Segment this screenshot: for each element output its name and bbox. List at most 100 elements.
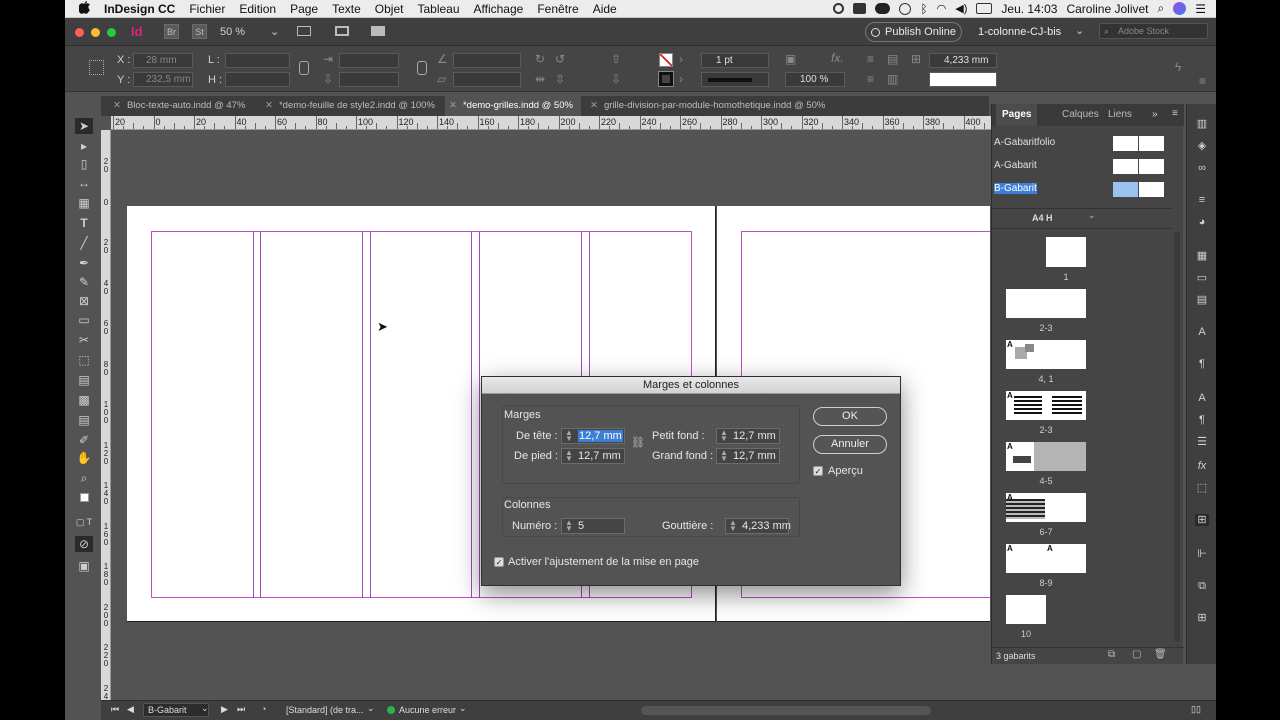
scissors-tool-icon[interactable]: ✂ <box>75 332 93 348</box>
direct-selection-tool-icon[interactable]: ▸ <box>75 138 93 154</box>
minimize-window-button[interactable] <box>91 28 100 37</box>
first-page-icon[interactable]: ⏮ <box>111 704 119 715</box>
zoom-level[interactable]: 50 % <box>220 26 245 38</box>
next-page-icon[interactable]: ▶ <box>221 704 228 715</box>
rectangle-tool-icon[interactable]: ▭ <box>75 312 93 328</box>
menu-page[interactable]: Page <box>283 2 325 16</box>
layers-panel-icon[interactable]: ◈ <box>1195 140 1209 152</box>
wrap-icon[interactable]: ▤ <box>887 52 898 66</box>
link-margins-icon[interactable]: ⛓ <box>631 436 645 449</box>
line-tool-icon[interactable]: ╱ <box>75 235 93 251</box>
stepper-icon[interactable]: ▲ ▼ <box>720 429 728 443</box>
annuler-button[interactable]: Annuler <box>813 435 887 454</box>
page-thumb-1[interactable] <box>1046 237 1086 267</box>
wrap-around-icon[interactable]: ▥ <box>887 72 898 86</box>
tab-grille-division[interactable]: ✕ grille-division-par-module-homothetique… <box>586 96 846 116</box>
master-a-gabaritfolio[interactable]: A-Gabaritfolio <box>993 132 1173 154</box>
close-window-button[interactable] <box>75 28 84 37</box>
stroke-arrow-icon[interactable]: › <box>679 72 683 86</box>
gradient-panel-icon[interactable]: ▭ <box>1195 272 1209 284</box>
effects-icon[interactable]: fx. <box>831 51 844 65</box>
stroke-type-dropdown[interactable] <box>701 72 769 87</box>
master-b-gabarit[interactable]: B-Gabarit <box>993 178 1173 200</box>
menu-objet[interactable]: Objet <box>368 2 411 16</box>
stepper-icon[interactable]: ▲ ▼ <box>729 519 737 533</box>
close-tab-icon[interactable]: ✕ <box>113 100 121 111</box>
type-tool-icon[interactable]: T <box>75 215 93 231</box>
de-pied-field[interactable]: ▲ ▼ 12,7 mm <box>561 448 625 464</box>
stock-button[interactable]: St <box>192 24 207 39</box>
y-field[interactable]: 232,5 mm <box>133 72 193 87</box>
table-panel-icon[interactable]: ⊞ <box>1195 612 1209 624</box>
close-tab-icon[interactable]: ✕ <box>449 100 457 111</box>
ajustement-checkbox[interactable]: ✓ <box>494 557 504 567</box>
stepper-icon[interactable]: ▲ ▼ <box>720 449 728 463</box>
frame-fitting-icon[interactable]: ▣ <box>785 52 796 66</box>
columns-icon[interactable]: ⊞ <box>911 52 921 66</box>
publish-online-button[interactable]: Publish Online <box>865 22 962 42</box>
menu-tableau[interactable]: Tableau <box>410 2 466 16</box>
menu-texte[interactable]: Texte <box>325 2 368 16</box>
align-left-icon[interactable]: ≡ <box>867 52 874 66</box>
select-content-icon[interactable]: ⇩ <box>611 72 621 86</box>
formatting-container-icon[interactable]: ▢ T <box>75 514 93 530</box>
tab-pages[interactable]: Pages <box>996 104 1038 126</box>
close-tab-icon[interactable]: ✕ <box>590 100 598 111</box>
menu-edition[interactable]: Edition <box>232 2 283 16</box>
de-tete-field[interactable]: ▲ ▼ 12,7 mm <box>561 428 625 444</box>
color-panel-icon[interactable]: ◕ <box>1195 216 1209 228</box>
pen-tool-icon[interactable]: ✒ <box>75 255 93 271</box>
preflight-profile-chevron-icon[interactable]: ⌄ <box>367 703 375 714</box>
page-thumb-10[interactable] <box>1006 595 1046 624</box>
note-tool-icon[interactable]: ▤ <box>75 412 93 428</box>
shear-field[interactable] <box>453 72 521 87</box>
panel-menu-icon[interactable]: ≡ <box>1199 74 1206 88</box>
transform-panel-icon[interactable]: ⬚ <box>1195 482 1209 494</box>
page-thumb-4-5[interactable]: A <box>1006 442 1086 471</box>
stepper-icon[interactable]: ▲ ▼ <box>565 449 573 463</box>
object-style-dropdown[interactable] <box>929 72 997 87</box>
character-panel-icon[interactable]: A <box>1195 392 1209 404</box>
page-size-label[interactable]: A4 H <box>1032 213 1053 223</box>
stepper-icon[interactable]: ▲ ▼ <box>565 429 573 443</box>
preflight-profile[interactable]: [Standard] (de tra... <box>286 705 364 715</box>
time-machine-icon[interactable] <box>899 2 912 15</box>
menubar-clock[interactable]: Jeu. 14:03 <box>1001 2 1057 16</box>
creative-cloud-icon[interactable] <box>875 3 891 14</box>
page-selector-chevron-icon[interactable]: ⌄ <box>201 703 209 714</box>
scale-y-field[interactable] <box>339 72 399 87</box>
petit-fond-field[interactable]: ▲ ▼ 12,7 mm <box>716 428 780 444</box>
paragraph-styles-icon[interactable]: ¶ <box>1195 358 1209 370</box>
scale-x-field[interactable] <box>339 53 399 68</box>
height-field[interactable] <box>225 72 290 87</box>
rotation-field[interactable] <box>453 53 521 68</box>
tab-liens[interactable]: Liens <box>1102 104 1138 126</box>
rotate-cw-icon[interactable]: ↻ <box>535 52 545 66</box>
swatches-panel-icon[interactable]: ▦ <box>1195 250 1209 262</box>
links-panel-icon[interactable]: ∞ <box>1195 162 1209 174</box>
open-file-icon[interactable]: ◔ <box>261 704 266 714</box>
tab-calques[interactable]: Calques <box>1056 104 1105 126</box>
apple-menu-icon[interactable] <box>65 0 97 17</box>
display-icon[interactable] <box>853 3 867 14</box>
align-center-icon[interactable]: ≡ <box>867 72 874 86</box>
pencil-tool-icon[interactable]: ✎ <box>75 274 93 290</box>
panel-options-icon[interactable]: ≡ <box>1172 108 1178 119</box>
keyboard-icon[interactable] <box>976 3 993 14</box>
menu-aide[interactable]: Aide <box>586 2 624 16</box>
page-tool-icon[interactable]: ▯ <box>75 156 93 172</box>
zoom-window-button[interactable] <box>107 28 116 37</box>
previous-page-icon[interactable]: ◀ <box>127 704 134 715</box>
split-view-icon[interactable]: ▯▯ <box>1191 704 1201 715</box>
pages-scrollbar[interactable] <box>1174 232 1180 642</box>
fill-arrow-icon[interactable]: › <box>679 52 683 66</box>
vertical-ruler[interactable]: 20020406080100120140160180200220240 <box>101 130 111 700</box>
cc-libraries-icon[interactable]: ▤ <box>1195 294 1209 306</box>
stepper-icon[interactable]: ▲ ▼ <box>565 519 573 533</box>
menubar-user[interactable]: Caroline Jolivet <box>1066 2 1148 16</box>
constrain-proportions-icon[interactable] <box>299 61 309 75</box>
screen-mode-tool-icon[interactable]: ▣ <box>75 558 93 574</box>
preflight-chevron-icon[interactable]: ⌄ <box>459 703 467 714</box>
volume-icon[interactable]: ◀) <box>955 2 967 15</box>
close-tab-icon[interactable]: ✕ <box>265 100 273 111</box>
